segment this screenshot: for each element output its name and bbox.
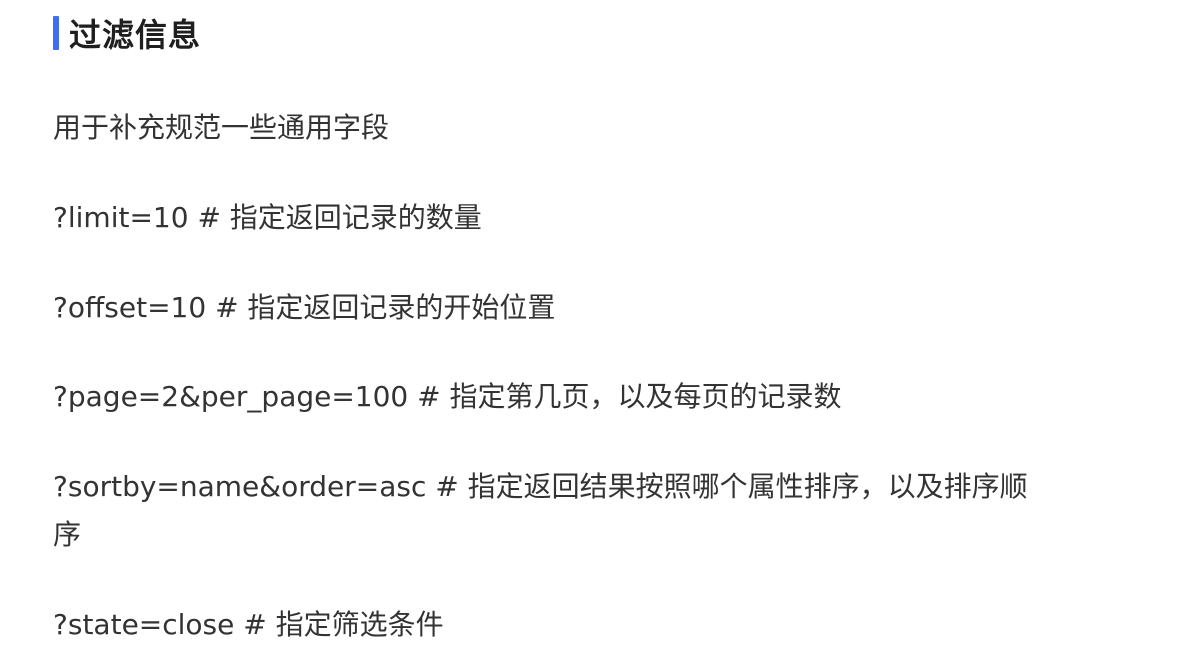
param-sortby-continuation: 序 [53,518,82,551]
param-limit: ?limit=10 # 指定返回记录的数量 [53,201,482,234]
param-sortby: ?sortby=name&order=asc # 指定返回结果按照哪个属性排序，… [53,470,1028,503]
intro-paragraph: 用于补充规范一些通用字段 [53,111,390,144]
heading-title: 过滤信息 [69,16,202,54]
heading-accent-bar [53,16,59,50]
param-page: ?page=2&per_page=100 # 指定第几页，以及每页的记录数 [53,380,842,413]
param-offset: ?offset=10 # 指定返回记录的开始位置 [53,291,556,324]
param-state: ?state=close # 指定筛选条件 [53,608,444,641]
section-heading: 过滤信息 [53,12,201,54]
